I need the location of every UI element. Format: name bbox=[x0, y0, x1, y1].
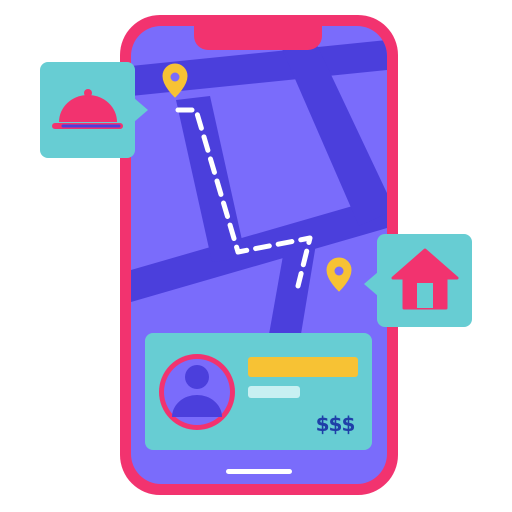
restaurant-bubble bbox=[40, 62, 148, 158]
courier-detail-bar bbox=[248, 386, 300, 398]
user-avatar-icon bbox=[159, 354, 235, 430]
home-indicator bbox=[226, 469, 292, 474]
courier-name-bar bbox=[248, 357, 358, 377]
price-label: $$$ bbox=[315, 412, 356, 436]
home-bubble bbox=[364, 234, 472, 327]
illustration-canvas bbox=[40, 15, 472, 495]
phone-notch bbox=[194, 26, 322, 50]
delivery-app-illustration: $$$ bbox=[0, 0, 512, 512]
